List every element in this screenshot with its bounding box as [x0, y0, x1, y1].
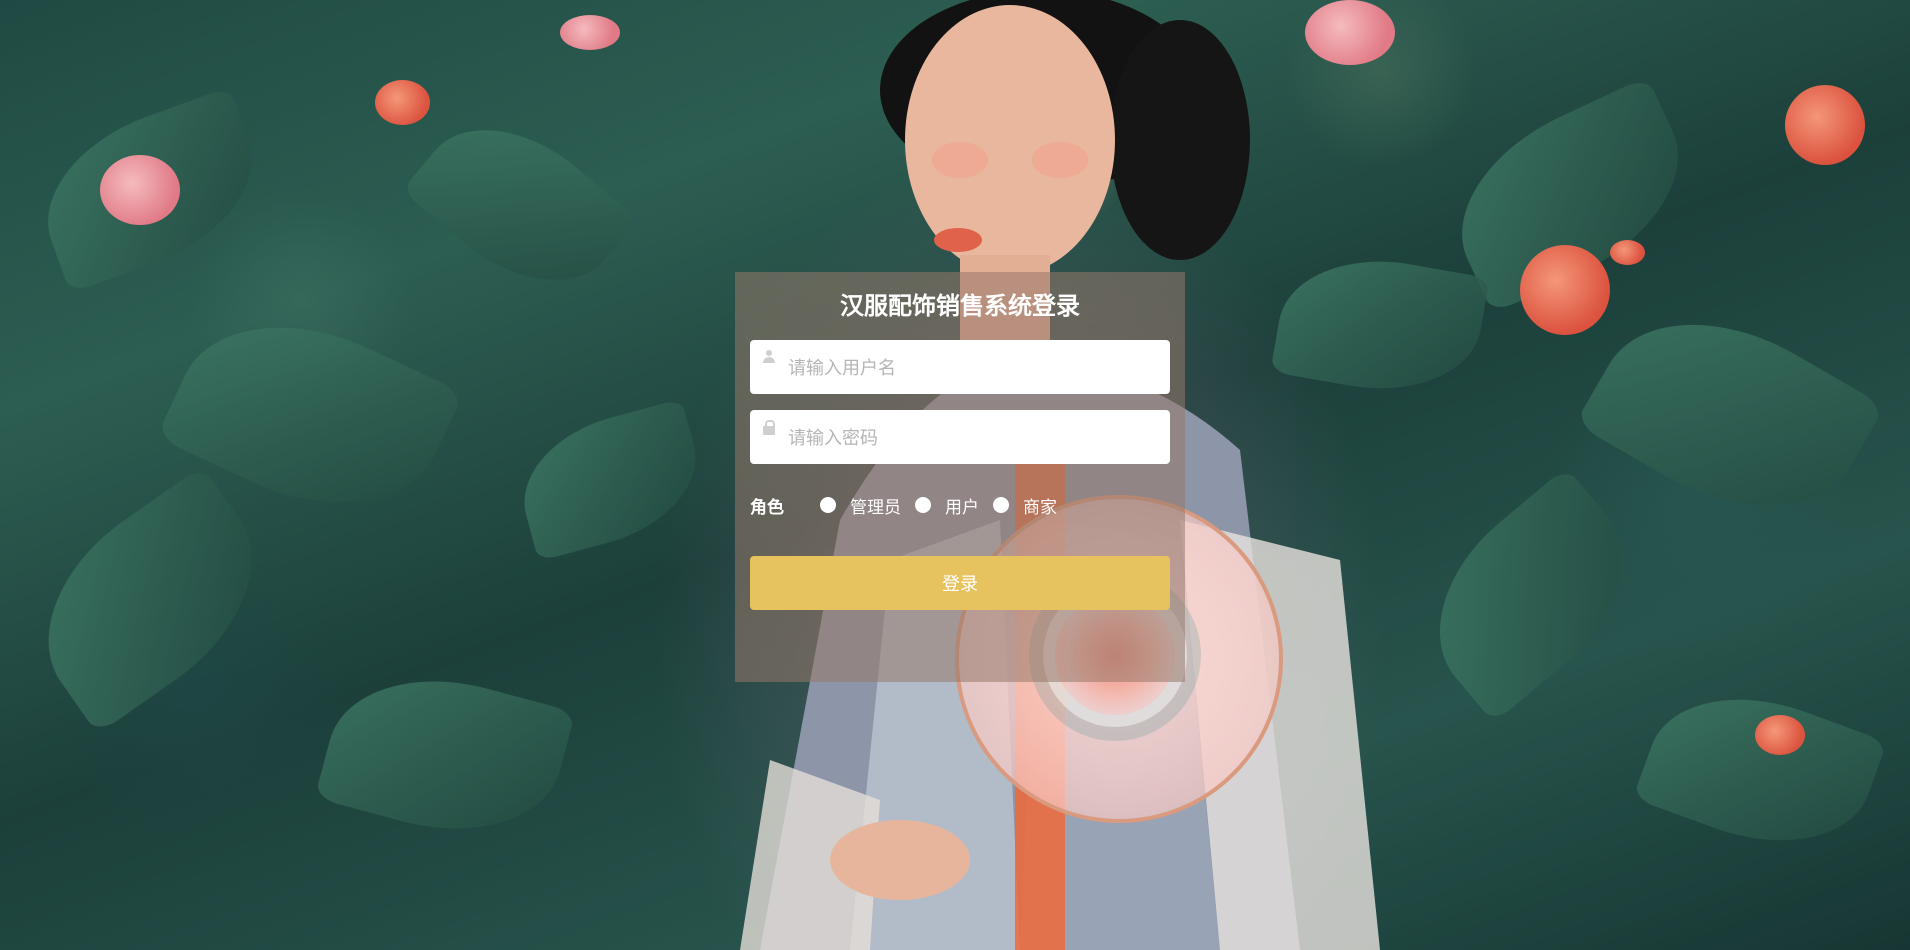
background-leaf: [1397, 466, 1663, 724]
background-leaf: [507, 398, 713, 562]
login-panel: 汉服配饰销售系统登录 角色 管理员 用户 商家 登录: [735, 272, 1185, 682]
role-option-label: 管理员: [850, 497, 901, 518]
background-flower: [560, 15, 620, 50]
login-title: 汉服配饰销售系统登录: [840, 292, 1080, 320]
login-button[interactable]: 登录: [750, 556, 1170, 610]
background-flower: [1305, 0, 1395, 65]
role-selector: 角色 管理员 用户 商家: [750, 492, 1170, 518]
background-flower: [1785, 85, 1865, 165]
role-option-admin[interactable]: 管理员: [820, 493, 901, 518]
username-field: [750, 340, 1170, 396]
background-flower: [1610, 240, 1645, 265]
background-leaf: [314, 652, 576, 858]
role-option-label: 商家: [1023, 497, 1057, 518]
role-label: 角色: [750, 497, 784, 518]
background-flower: [375, 80, 430, 125]
background-leaf: [1574, 276, 1886, 554]
background-flower: [100, 155, 180, 225]
user-icon: [762, 350, 776, 364]
password-input[interactable]: [786, 410, 1160, 466]
password-field: [750, 410, 1170, 466]
role-option-label: 用户: [945, 497, 979, 518]
username-input[interactable]: [786, 340, 1160, 396]
background-flower: [1755, 715, 1805, 755]
role-radio-admin[interactable]: [820, 497, 836, 513]
role-radio-merchant[interactable]: [993, 497, 1009, 513]
background-flower: [1520, 245, 1610, 335]
login-page-background: 汉服配饰销售系统登录 角色 管理员 用户 商家 登录: [0, 0, 1910, 950]
lock-icon: [762, 420, 776, 435]
background-leaf: [5, 465, 295, 735]
background-leaf: [1270, 243, 1490, 407]
background-leaf: [401, 90, 639, 320]
background-leaf: [1632, 666, 1888, 874]
role-radio-user[interactable]: [915, 497, 931, 513]
role-option-merchant[interactable]: 商家: [993, 493, 1057, 518]
role-option-user[interactable]: 用户: [915, 493, 979, 518]
